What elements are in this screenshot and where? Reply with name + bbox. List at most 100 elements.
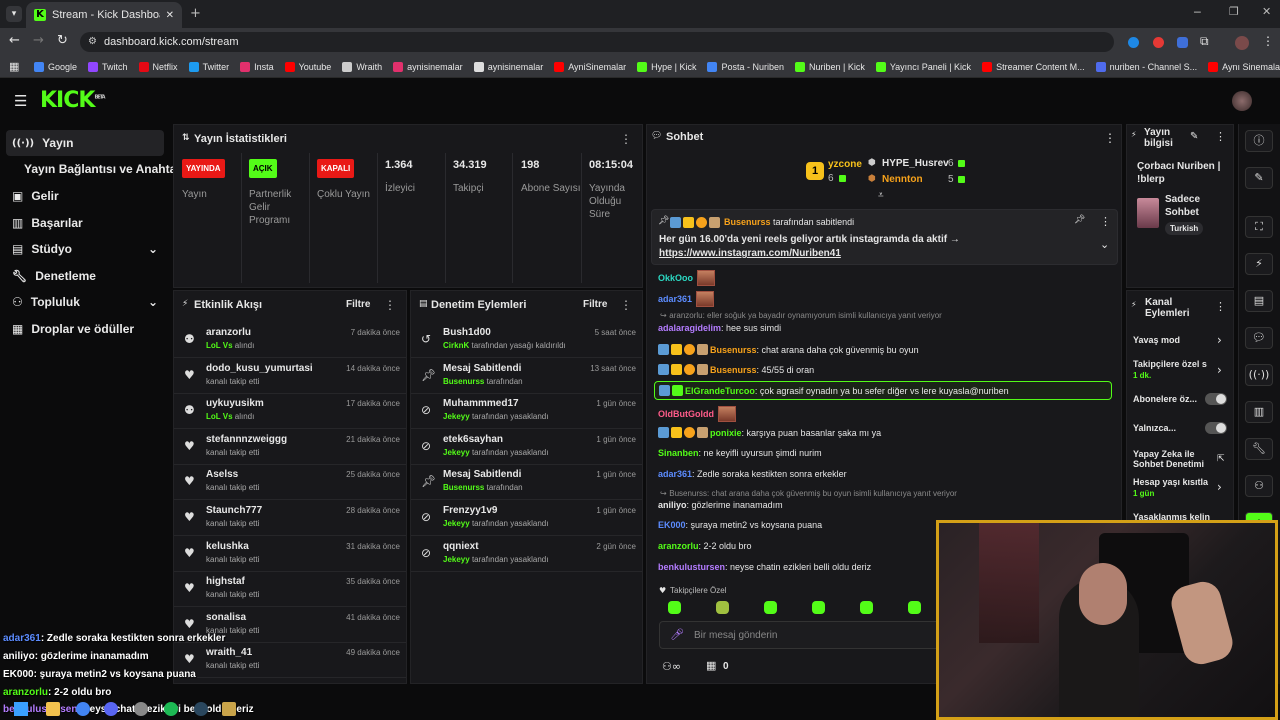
bookmark-item[interactable]: AyniSinemalar [554,61,626,72]
emote-button-icon[interactable] [716,601,729,614]
user-avatar[interactable] [1232,91,1252,111]
bookmark-item[interactable]: Google [34,61,77,72]
extension-icon[interactable] [1177,37,1188,48]
chat-message[interactable]: Busenurss: 45/55 di oran [658,364,814,375]
chat-username[interactable]: ponixie [710,428,742,438]
bookmark-item[interactable]: Yayıncı Paneli | Kick [875,61,971,72]
list-item[interactable]: ♥ wraith_41 kanalı takip etti 49 dakika önc… [174,643,406,679]
list-item[interactable]: ♥ highstaf kanalı takip etti 35 dakika önce [174,572,406,608]
leaderboard-user[interactable]: Nennton [882,174,923,185]
taskbar-app-icon[interactable] [46,702,60,716]
chevron-down-icon[interactable]: ⌄ [1100,238,1109,251]
category-name[interactable]: Sadece Sohbet [1165,193,1225,219]
list-item[interactable]: ⊘ qqniext Jekeyy tarafından yasaklandı 2 gü… [411,537,642,572]
sidebar-item-moderation[interactable]: 🔧︎ Denetleme [6,263,164,289]
tab-list-icon[interactable]: ▾ [6,6,22,22]
more-options-icon[interactable]: ⋮ [1100,215,1111,228]
chevron-right-icon[interactable]: › [1217,333,1222,347]
chat-username[interactable]: Busenurss [710,345,757,355]
chat-username[interactable]: Sinanben [658,448,699,458]
info-icon[interactable]: ⓘ [1245,130,1273,152]
emote-button-icon[interactable] [668,601,681,614]
extension-icon[interactable] [1128,37,1139,48]
list-item[interactable]: 📌︎ Mesaj Sabitlendi Busenurss tarafından 1 … [411,465,642,501]
chat-message[interactable]: adar361: Zedle soraka kestikten sonra er… [658,469,847,479]
taskbar-app-icon[interactable] [222,702,236,716]
bookmark-item[interactable]: Nuriben | Kick [794,61,865,72]
forward-icon[interactable]: → [33,33,44,48]
bookmark-item[interactable]: Aynı Sinemalar - Ça... [1208,61,1280,72]
site-info-icon[interactable]: ⚙ [88,36,97,47]
store-icon[interactable]: ▦ [706,659,716,672]
pinned-message[interactable]: 📌︎ Busenurss tarafından sabitlendi 📌︎ ⋮ … [651,209,1118,265]
external-link-icon[interactable]: ⇱ [1217,454,1225,464]
list-item[interactable]: ⚉ aranzorlu LoL Vs alındı 7 dakika önce [174,323,406,358]
bookmark-item[interactable]: aynisinemalar [393,61,463,72]
chat-message[interactable]: aniliyo: gözlerime inanamadım [658,500,783,510]
ai-moderation-item[interactable]: Yapay Zeka ile Sohbet Denetimi [1133,449,1213,469]
followers-only-item[interactable]: Takipçilere özel s [1133,359,1213,369]
sidebar-item-stream-key[interactable]: Yayın Bağlantısı ve Anahtarı [18,156,184,182]
chat-username[interactable]: Busenurss [710,365,757,375]
browser-tab[interactable]: K Stream - Kick Dashboard ✕ [26,2,182,28]
edit-icon[interactable]: ✎ [1245,167,1273,189]
chat-message[interactable]: OkkOoo [658,270,716,286]
browser-menu-icon[interactable]: ⋮ [1262,34,1274,48]
chat-username[interactable]: OldButGoldd [658,409,714,419]
layout-icon[interactable]: ▥ [1245,401,1273,423]
list-item[interactable]: ♥ kelushka kanalı takip etti 31 dakika önce [174,537,406,572]
sidebar-item-achievements[interactable]: ▥ Başarılar [6,210,164,236]
emote-button-icon[interactable] [812,601,825,614]
hamburger-menu-icon[interactable]: ☰ [14,92,27,110]
close-window-icon[interactable]: ✕ [1262,5,1271,18]
chevron-right-icon[interactable]: › [1217,480,1222,494]
minimize-icon[interactable]: ─ [1194,6,1201,19]
bookmark-item[interactable]: Youtube [284,61,331,72]
extension-icon[interactable] [1153,37,1164,48]
leaderboard-user[interactable]: yzcone [828,159,862,170]
chat-message[interactable]: Busenurss: chat arana daha çok güvenmiş … [658,344,919,355]
lightning-icon[interactable]: ⚡ [1245,253,1273,275]
kick-logo[interactable]: KICKBETA [40,88,106,113]
maximize-icon[interactable]: ❐ [1229,5,1239,18]
taskbar-app-icon[interactable] [104,702,118,716]
extensions-puzzle-icon[interactable]: ⧉ [1200,34,1209,49]
chat-message[interactable]: adar361 [658,291,715,307]
subscribers-only-toggle[interactable] [1205,393,1227,405]
chat-icon[interactable]: 💬︎ [1245,327,1273,349]
bookmark-item[interactable]: Streamer Content M... [982,61,1085,72]
chat-username[interactable]: adar361 [658,294,692,304]
bookmark-item[interactable]: Wraith [342,61,382,72]
emotes-only-item[interactable]: Yalnızca... [1133,423,1203,433]
chat-username[interactable]: EK000 [658,520,686,530]
chevron-right-icon[interactable]: › [1217,363,1222,377]
chat-message[interactable]: aranzorlu: 2-2 oldu bro [658,541,752,551]
list-item[interactable]: ⊘ Frenzyy1v9 Jekeyy tarafından yasaklandı 1… [411,501,642,536]
sidebar-item-community[interactable]: ⚇ Topluluk ⌄ [6,289,164,315]
chat-message[interactable]: ElGrandeTurcoo: çok agrasif oynadın ya b… [654,381,1112,400]
taskbar-app-icon[interactable] [134,702,148,716]
more-options-icon[interactable]: ⋮ [1104,131,1116,145]
list-item[interactable]: ⊘ Muhammmed17 Jekeyy tarafından yasaklandı… [411,394,642,430]
sidebar-item-studio[interactable]: ▤ Stüdyo ⌄ [6,236,164,262]
emote-button-icon[interactable] [908,601,921,614]
fullscreen-icon[interactable]: ⛶ [1245,216,1273,238]
bookmark-item[interactable]: aynisinemalar [473,61,543,72]
filter-button[interactable]: Filtre [346,299,370,310]
bookmark-item[interactable]: nuriben - Channel S... [1095,61,1197,72]
pinned-link[interactable]: https://www.instagram.com/Nuriben41 [659,248,841,259]
bookmark-item[interactable]: Twitch [88,61,128,72]
bookmark-item[interactable]: Netflix [138,61,178,72]
bookmark-item[interactable]: Twitter [188,61,229,72]
document-icon[interactable]: ▤ [1245,290,1273,312]
list-item[interactable]: 📌︎ Mesaj Sabitlendi Busenurss tarafından 13… [411,359,642,394]
chat-message[interactable]: benkulustursen: neyse chatin ezikleri be… [658,562,871,572]
filter-button[interactable]: Filtre [583,299,607,310]
taskbar-app-icon[interactable] [164,702,178,716]
tag-chip[interactable]: Turkish [1165,222,1204,235]
chat-message[interactable]: OldButGoldd [658,406,736,422]
chat-username[interactable]: ElGrandeTurcoo [685,386,755,396]
bookmark-item[interactable]: Hype | Kick [637,61,696,72]
bookmark-item[interactable]: Insta [240,61,274,72]
unpin-icon[interactable]: 📌︎ [1074,215,1085,225]
